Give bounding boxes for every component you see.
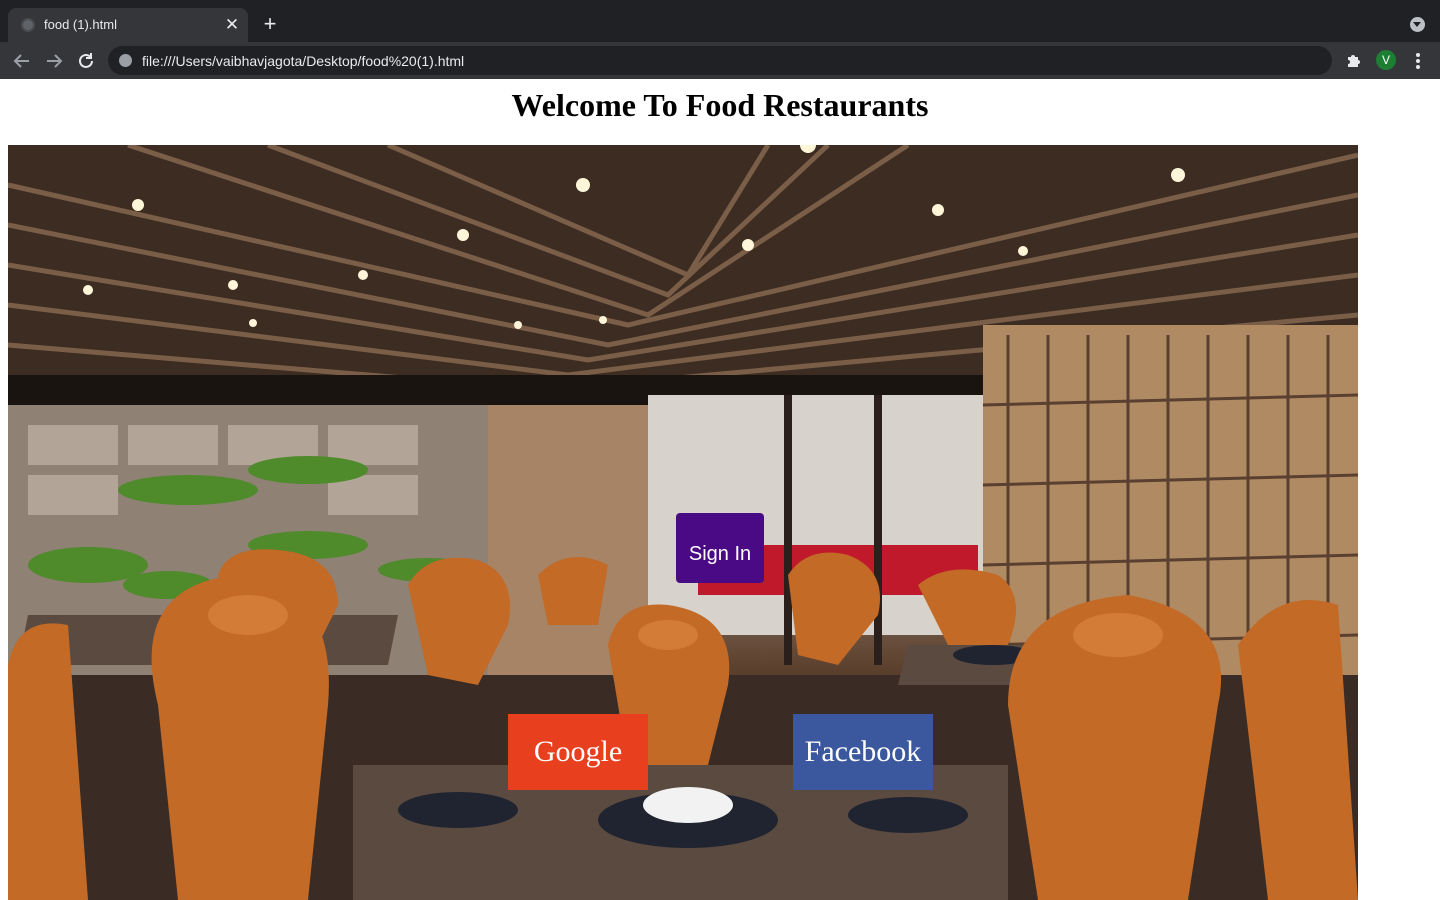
url-text[interactable]: file:///Users/vaibhavjagota/Desktop/food… <box>142 53 464 69</box>
tab-title: food (1).html <box>44 17 117 32</box>
facebook-login-button[interactable]: Facebook <box>793 714 933 790</box>
close-icon[interactable]: ✕ <box>222 15 242 35</box>
browser-tab[interactable]: food (1).html ✕ <box>8 8 248 42</box>
globe-icon <box>21 18 35 32</box>
restaurant-interior-image: Sign In Google Facebook <box>8 145 1358 900</box>
kebab-menu-icon[interactable] <box>1410 50 1426 72</box>
chevron-down-icon[interactable] <box>1410 17 1425 32</box>
google-login-button[interactable]: Google <box>508 714 648 790</box>
avatar[interactable]: V <box>1376 50 1396 70</box>
browser-toolbar: file:///Users/vaibhavjagota/Desktop/food… <box>0 42 1440 79</box>
address-bar[interactable]: file:///Users/vaibhavjagota/Desktop/food… <box>108 46 1332 75</box>
page-content: Welcome To Food Restaurants Sign In Goog… <box>0 79 1440 900</box>
browser-tabstrip: food (1).html ✕ + <box>0 0 1440 42</box>
napkin <box>643 787 733 823</box>
reload-icon[interactable] <box>75 50 97 72</box>
page-title: Welcome To Food Restaurants <box>511 87 929 123</box>
site-info-icon[interactable] <box>119 54 132 67</box>
back-arrow-icon[interactable] <box>11 50 33 72</box>
forward-arrow-icon[interactable] <box>43 50 65 72</box>
sign-in-button[interactable]: Sign In <box>676 513 764 583</box>
puzzle-icon[interactable] <box>1344 51 1364 71</box>
new-tab-button[interactable]: + <box>259 13 281 35</box>
